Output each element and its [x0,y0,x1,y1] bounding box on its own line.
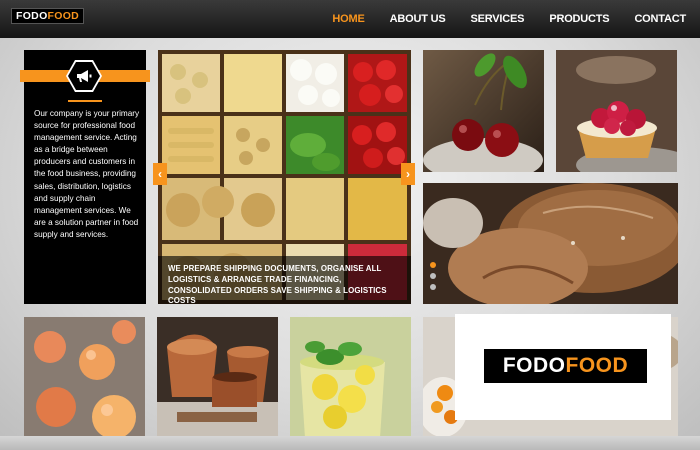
slider-caption: WE PREPARE SHIPPING DOCUMENTS, ORGANISE … [158,256,411,306]
page-bottom-strip [0,436,700,450]
divider [68,100,102,102]
nav-services[interactable]: SERVICES [470,13,524,25]
slider-dot-3[interactable] [430,284,436,290]
nav-products[interactable]: PRODUCTS [549,13,609,25]
chevron-right-icon: › [406,167,410,181]
slider-prev-button[interactable]: ‹ [153,163,167,185]
slider-pagination [430,262,440,295]
tile-copper-pots[interactable] [157,317,278,438]
tile-cherries[interactable] [423,50,544,172]
nav-contact[interactable]: CONTACT [634,13,686,25]
slider-caption-text: WE PREPARE SHIPPING DOCUMENTS, ORGANISE … [168,264,387,306]
nav-about-us[interactable]: ABOUT US [390,13,446,25]
main-nav: HOME ABOUT US SERVICES PRODUCTS CONTACT [307,0,686,38]
logo-large-text-orange: FOOD [565,354,629,377]
chevron-left-icon: ‹ [158,167,162,181]
brand-logo-card: FODOFOOD [455,314,671,420]
slider-dot-2[interactable] [430,273,436,279]
about-panel: Our company is your primary source for p… [20,50,150,304]
slider-next-button[interactable]: › [401,163,415,185]
site-logo[interactable]: FODOFOOD [11,8,85,24]
about-text: Our company is your primary source for p… [34,109,140,239]
brand-logo-large[interactable]: FODOFOOD [484,349,647,383]
tile-lemonade[interactable] [290,317,411,438]
logo-large-text-white: FODO [502,354,566,377]
logo-text-white: FODO [16,10,48,22]
tile-peaches[interactable] [24,317,145,438]
tile-raspberry-tart[interactable] [556,50,677,172]
slider-dot-1[interactable] [430,262,436,268]
logo-text-orange: FOOD [47,10,80,22]
nav-home[interactable]: HOME [332,13,364,25]
site-header: FODOFOOD HOME ABOUT US SERVICES PRODUCTS… [0,0,700,38]
tile-bread[interactable] [423,183,678,304]
